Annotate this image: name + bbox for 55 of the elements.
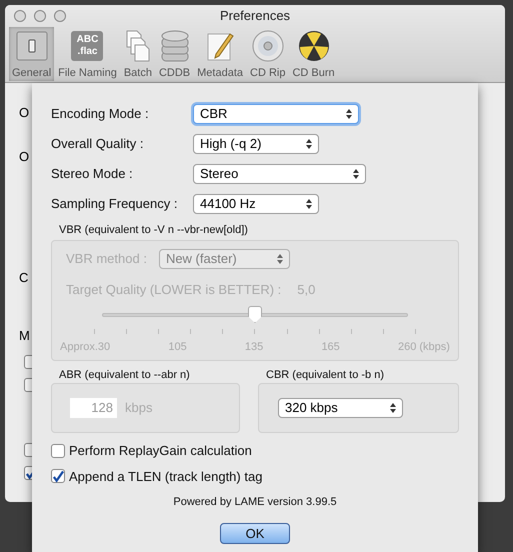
tick-label: 260 (kbps) (398, 340, 450, 355)
popup-menu[interactable]: CBR (193, 104, 359, 124)
background-label: M (19, 327, 30, 345)
stepper-arrows-icon (306, 199, 312, 209)
version-text: Powered by LAME version 3.99.5 (173, 495, 337, 510)
background-label: O (19, 148, 30, 166)
window-control-icon[interactable] (14, 10, 26, 22)
background-label: O (19, 104, 30, 122)
popup-menu[interactable]: High (-q 2) (193, 134, 319, 154)
group-title: CBR (equivalent to -b n) (266, 368, 385, 382)
switch-icon (16, 30, 48, 61)
bitrate-field[interactable]: 128 (70, 398, 117, 418)
file-label-icon: ABC .flac (71, 30, 104, 61)
unit-label: kbps (125, 399, 152, 418)
toolbar-tab[interactable]: CD Rip (247, 27, 288, 81)
stepper-arrows-icon (346, 109, 352, 119)
group-title: ABR (equivalent to --abr n) (59, 368, 191, 382)
stepper-arrows-icon (276, 254, 283, 264)
toolbar-tab[interactable]: ABC .flac File Naming (55, 27, 120, 81)
checkbox-label: Perform ReplayGain calculation (69, 442, 252, 460)
popup-menu[interactable]: Stereo (193, 164, 366, 184)
checkbox[interactable] (51, 444, 65, 458)
stepper-arrows-icon (306, 139, 312, 149)
toolbar-tab[interactable]: General (9, 27, 54, 81)
field-label: Stereo Mode : (51, 165, 134, 184)
window-control-icon[interactable] (54, 10, 66, 22)
group-title: VBR (equivalent to -V n --vbr-new[old]) (59, 223, 249, 238)
popup-menu[interactable]: 44100 Hz (193, 194, 319, 214)
toolbar-tab[interactable]: Batch (120, 27, 155, 81)
tick-label: 135 (244, 340, 264, 355)
database-icon (160, 30, 189, 62)
field-label: Overall Quality : (51, 135, 144, 154)
window-title: Preferences (220, 7, 290, 26)
window-control-icon[interactable] (34, 10, 46, 22)
field-label: Encoding Mode : (51, 105, 150, 124)
tick-label: 165 (321, 340, 340, 355)
tick-label: Approx.30 (60, 340, 110, 355)
field-label: VBR method : (66, 250, 147, 268)
stepper-arrows-icon (353, 169, 359, 179)
background-label: C (19, 269, 28, 287)
toolbar-tab[interactable]: CDDB (156, 27, 194, 81)
tick-label: 105 (168, 340, 187, 355)
toolbar-tab[interactable]: CD Burn (289, 27, 338, 81)
checkbox-label: Append a TLEN (track length) tag (69, 468, 262, 486)
disc-icon (252, 30, 284, 62)
popup-menu[interactable]: 320 kbps (278, 398, 403, 418)
documents-icon (124, 30, 151, 62)
checkbox[interactable] (51, 469, 65, 484)
field-label: Sampling Frequency : (51, 195, 178, 214)
quality-value: 5,0 (297, 280, 316, 298)
field-label: Target Quality (LOWER is BETTER) : (66, 280, 282, 299)
hazard-icon (298, 30, 330, 62)
ok-button[interactable]: OK (220, 522, 290, 544)
stepper-arrows-icon (390, 403, 396, 413)
toolbar-tab[interactable]: Metadata (194, 27, 246, 81)
